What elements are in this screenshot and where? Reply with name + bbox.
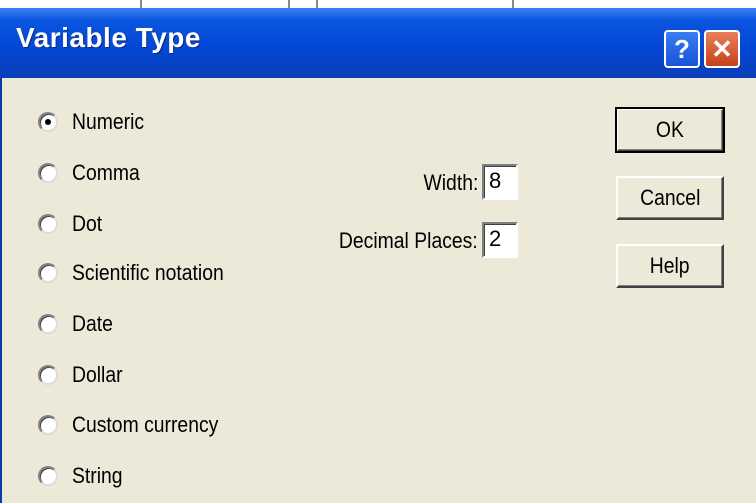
help-title-button[interactable]: ? [664, 30, 700, 68]
radio-string[interactable]: String [38, 461, 129, 491]
width-label: Width: [423, 170, 478, 195]
question-icon: ? [674, 33, 690, 64]
radio-button[interactable] [38, 415, 58, 435]
radio-label: Dot [72, 211, 103, 236]
radio-dollar[interactable]: Dollar [38, 360, 129, 390]
dialog-title: Variable Type [16, 22, 201, 53]
radio-date[interactable]: Date [38, 309, 118, 339]
radio-label: Comma [72, 160, 140, 185]
close-icon: ✕ [711, 33, 733, 64]
title-bar[interactable]: Variable Type ? ✕ [0, 8, 756, 78]
radio-label: Dollar [72, 362, 123, 387]
radio-button[interactable] [38, 466, 58, 486]
radio-label: Custom currency [72, 412, 219, 437]
ok-button-label: OK [656, 117, 684, 142]
width-field[interactable]: 8 [482, 164, 518, 200]
radio-label: Numeric [72, 109, 145, 134]
dialog-client-area: Numeric Comma Dot Scientific notation Da… [2, 78, 756, 503]
decimal-places-label: Decimal Places: [339, 228, 478, 253]
radio-numeric[interactable]: Numeric [38, 107, 154, 137]
radio-label: Date [72, 311, 113, 336]
help-button[interactable]: Help [616, 244, 724, 288]
radio-button[interactable] [38, 112, 58, 132]
radio-button[interactable] [38, 314, 58, 334]
radio-label: Scientific notation [72, 260, 224, 285]
radio-button[interactable] [38, 163, 58, 183]
radio-button[interactable] [38, 263, 58, 283]
radio-label: String [72, 463, 123, 488]
help-button-label: Help [650, 253, 690, 278]
radio-dot[interactable]: Dot [38, 209, 106, 239]
radio-button[interactable] [38, 365, 58, 385]
radio-button[interactable] [38, 214, 58, 234]
ok-button[interactable]: OK [615, 107, 725, 153]
cancel-button[interactable]: Cancel [616, 176, 724, 220]
radio-comma[interactable]: Comma [38, 158, 149, 188]
cancel-button-label: Cancel [639, 185, 701, 210]
radio-scientific-notation[interactable]: Scientific notation [38, 258, 244, 288]
decimal-places-field[interactable]: 2 [482, 222, 518, 258]
radio-custom-currency[interactable]: Custom currency [38, 410, 238, 440]
close-title-button[interactable]: ✕ [704, 30, 740, 68]
